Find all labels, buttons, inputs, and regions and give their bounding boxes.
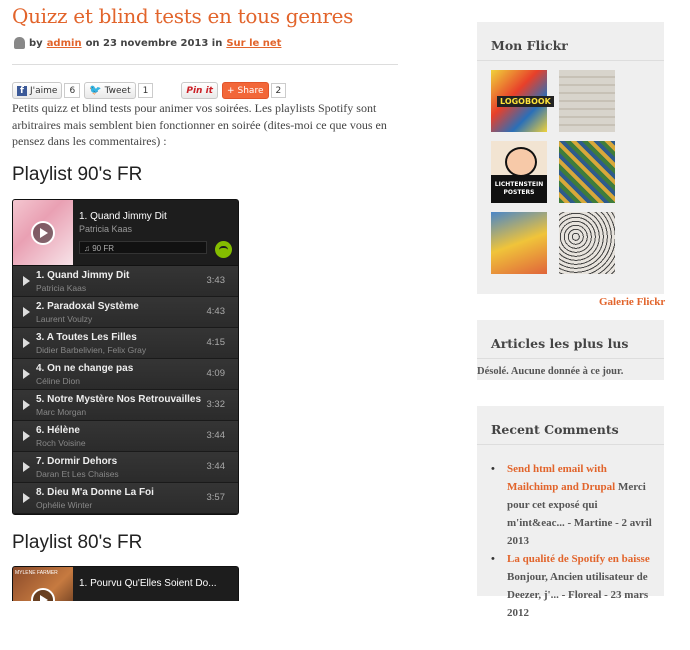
pinterest-button[interactable]: Pin it <box>181 82 218 99</box>
track-name: 7. Dormir Dehors <box>36 456 118 467</box>
track-duration: 4:43 <box>206 306 226 317</box>
comment-item: Send html email with Mailchimp and Drupa… <box>491 460 656 550</box>
track-row[interactable]: 8. Dieu M'a Donne La Foi Ophélie Winter 3:… <box>13 483 238 514</box>
popular-empty: Désolé. Aucune donnée à ce jour. <box>477 366 624 377</box>
flickr-thumb[interactable] <box>559 212 615 274</box>
category-link[interactable]: Sur le net <box>226 38 281 49</box>
track-artist: Céline Dion <box>36 376 80 386</box>
track-duration: 3:43 <box>206 275 226 286</box>
user-icon <box>14 37 25 49</box>
tweet-button[interactable]: 🐦 Tweet <box>84 82 136 99</box>
play-icon[interactable] <box>23 276 30 286</box>
playlist-heading-2: Playlist 80's FR <box>12 532 143 553</box>
flickr-thumb[interactable]: LOGOBOOK <box>491 70 554 132</box>
play-icon[interactable] <box>23 338 30 348</box>
track-artist: Daran Et Les Chaises <box>36 469 119 479</box>
track-row[interactable]: 1. Quand Jimmy Dit Patricia Kaas 3:43 <box>13 266 238 297</box>
like-label: J'aime <box>30 85 58 96</box>
track-name: 8. Dieu M'a Donne La Foi <box>36 487 154 498</box>
track-duration: 3:32 <box>206 399 226 410</box>
track-row[interactable]: 6. Hélène Roch Voisine 3:44 <box>13 421 238 452</box>
track-duration: 4:15 <box>206 337 226 348</box>
spotify-player[interactable]: 1. Quand Jimmy Dit Patricia Kaas ♫ 90 FR… <box>12 199 239 515</box>
flickr-gallery-link[interactable]: Galerie Flickr <box>599 296 665 308</box>
track-name: 5. Notre Mystère Nos Retrouvailles <box>36 394 202 405</box>
cover-text: MYLENE FARMER <box>15 570 58 576</box>
spotify-player-2[interactable]: MYLENE FARMER 1. Pourvu Qu'Elles Soient … <box>12 566 239 601</box>
social-bar: f J'aime 6 🐦 Tweet 1 Pin it + Share 2 <box>12 82 287 99</box>
tweet-label: Tweet <box>104 85 131 96</box>
meta-date: on 23 novembre 2013 in <box>85 37 223 49</box>
play-icon[interactable] <box>23 307 30 317</box>
facebook-icon: f <box>17 85 27 96</box>
track-artist: Marc Morgan <box>36 407 87 417</box>
track-row[interactable]: 4. On ne change pas Céline Dion 4:09 <box>13 359 238 390</box>
track-artist: Ophélie Winter <box>36 500 93 510</box>
comment-text: Bonjour, Ancien utilisateur de Deezer, j… <box>507 571 649 619</box>
track-name: 2. Paradoxal Système <box>36 301 139 312</box>
track-row[interactable]: 3. A Toutes Les Filles Didier Barbelivien… <box>13 328 238 359</box>
like-count: 6 <box>64 83 81 98</box>
twitter-icon: 🐦 <box>89 85 102 96</box>
track-row[interactable]: 2. Paradoxal Système Laurent Voulzy 4:43 <box>13 297 238 328</box>
play-icon[interactable] <box>23 369 30 379</box>
meta-by: by <box>29 37 43 49</box>
divider <box>12 64 398 65</box>
plus-icon: + <box>226 85 235 96</box>
popular-widget: Articles les plus lus Désolé. Aucune don… <box>477 320 664 380</box>
comment-item: La qualité de Spotify en baisse Bonjour,… <box>491 550 656 622</box>
track-artist: Laurent Voulzy <box>36 314 93 324</box>
play-icon[interactable] <box>23 431 30 441</box>
comment-list: Send html email with Mailchimp and Drupa… <box>491 460 656 622</box>
recent-comments-title: Recent Comments <box>477 406 664 445</box>
tweet-count: 1 <box>137 83 154 98</box>
current-track: 1. Quand Jimmy Dit <box>79 211 167 222</box>
track-duration: 3:57 <box>206 492 226 503</box>
facebook-like-button[interactable]: f J'aime <box>12 82 63 99</box>
flickr-thumb[interactable]: LICHTENSTEIN POSTERS <box>491 141 547 203</box>
spotify-logo-icon[interactable] <box>215 241 232 258</box>
track-duration: 3:44 <box>206 461 226 472</box>
flickr-title: Mon Flickr <box>477 22 664 61</box>
play-icon[interactable] <box>23 462 30 472</box>
post-intro: Petits quizz et blind tests pour animer … <box>12 101 387 148</box>
share-count: 2 <box>270 83 287 98</box>
track-name: 1. Quand Jimmy Dit <box>36 270 130 281</box>
track-row[interactable]: 7. Dormir Dehors Daran Et Les Chaises 3:44 <box>13 452 238 483</box>
popular-title: Articles les plus lus <box>477 320 664 359</box>
flickr-thumb[interactable] <box>559 141 615 203</box>
flickr-thumb[interactable] <box>491 212 547 274</box>
recent-comments-widget: Recent Comments Send html email with Mai… <box>477 406 664 619</box>
share-label: Share <box>237 85 264 96</box>
post-meta: by admin on 23 novembre 2013 in Sur le n… <box>14 37 281 49</box>
track-list: 1. Quand Jimmy Dit Patricia Kaas 3:43 2. Pa… <box>13 266 238 514</box>
play-icon[interactable] <box>31 221 55 245</box>
player-header: 1. Quand Jimmy Dit Patricia Kaas ♫ 90 FR <box>13 200 238 266</box>
track-duration: 4:09 <box>206 368 226 379</box>
play-icon[interactable] <box>23 493 30 503</box>
playlist-name: ♫ 90 FR <box>79 241 207 254</box>
share-button[interactable]: + Share <box>221 82 269 99</box>
player-header-2: MYLENE FARMER 1. Pourvu Qu'Elles Soient … <box>13 567 238 601</box>
track-name: 3. A Toutes Les Filles <box>36 332 137 343</box>
track-artist: Roch Voisine <box>36 438 86 448</box>
track-artist: Didier Barbelivien, Felix Gray <box>36 345 147 355</box>
track-row[interactable]: 5. Notre Mystère Nos Retrouvailles Marc M… <box>13 390 238 421</box>
comment-post-link[interactable]: La qualité de Spotify en baisse <box>507 553 650 565</box>
pin-label: Pin it <box>186 85 213 96</box>
flickr-thumb[interactable] <box>559 70 615 132</box>
current-artist: Patricia Kaas <box>79 224 133 234</box>
author-link[interactable]: admin <box>47 38 82 49</box>
playlist-heading: Playlist 90's FR <box>12 164 143 185</box>
play-icon[interactable] <box>23 400 30 410</box>
track-name: 6. Hélène <box>36 425 80 436</box>
track-duration: 3:44 <box>206 430 226 441</box>
current-track-2: 1. Pourvu Qu'Elles Soient Do... <box>79 578 217 589</box>
comment-post-link[interactable]: Send html email with Mailchimp and Drupa… <box>507 463 615 493</box>
track-name: 4. On ne change pas <box>36 363 134 374</box>
track-artist: Patricia Kaas <box>36 283 87 293</box>
post-title[interactable]: Quizz et blind tests en tous genres <box>12 4 353 28</box>
